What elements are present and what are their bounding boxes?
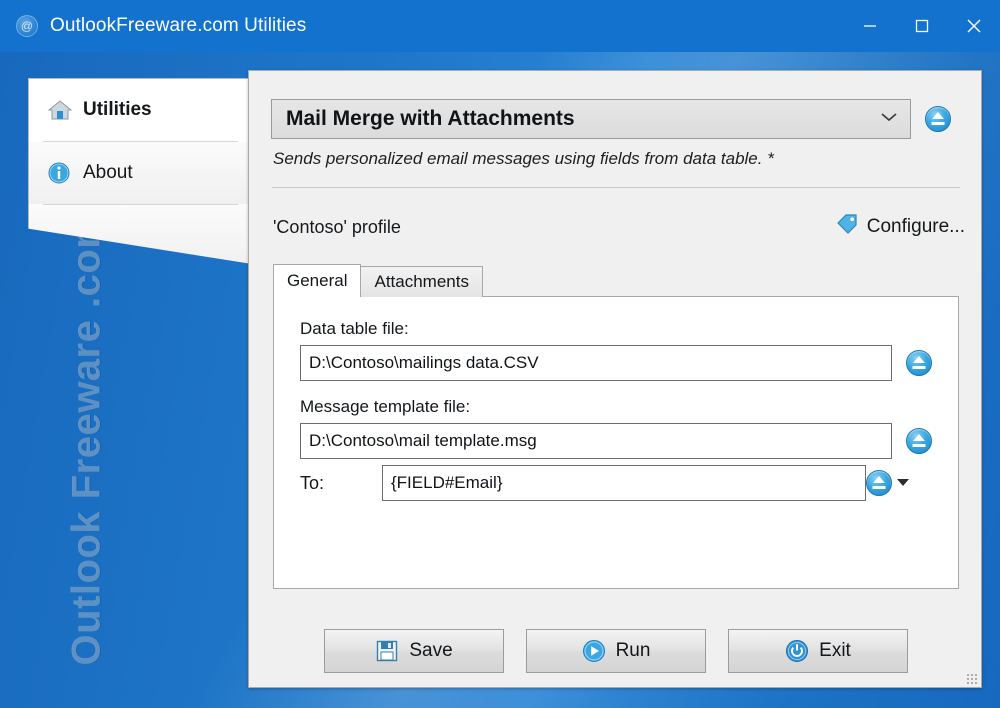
tab-attachments[interactable]: Attachments xyxy=(360,266,483,297)
app-at-icon xyxy=(16,15,38,37)
message-template-field: Message template file: D:\Contoso\mail t… xyxy=(300,397,932,459)
info-icon xyxy=(47,161,73,185)
data-table-input[interactable]: D:\Contoso\mailings data.CSV xyxy=(300,345,892,381)
caret-down-icon[interactable] xyxy=(896,474,910,492)
window-title: OutlookFreeware.com Utilities xyxy=(50,15,306,37)
to-field: To: {FIELD#Email} xyxy=(300,465,910,501)
sidebar-divider-bottom xyxy=(43,204,238,205)
sidebar-item-about[interactable]: About xyxy=(29,142,252,204)
data-table-label: Data table file: xyxy=(300,319,932,339)
message-template-label: Message template file: xyxy=(300,397,932,417)
tab-label: Attachments xyxy=(374,272,469,292)
sidebar-item-utilities[interactable]: Utilities xyxy=(29,79,252,141)
title-bar: OutlookFreeware.com Utilities xyxy=(0,0,1000,52)
utility-select[interactable]: Mail Merge with Attachments xyxy=(271,99,911,139)
play-circle-icon xyxy=(582,639,606,663)
configure-link[interactable]: Configure... xyxy=(835,213,965,240)
utility-select-value: Mail Merge with Attachments xyxy=(286,107,575,131)
floppy-disk-icon xyxy=(375,639,399,663)
sidebar-item-label: About xyxy=(83,162,133,184)
chevron-down-icon xyxy=(880,110,898,128)
sidebar-item-label: Utilities xyxy=(83,99,152,121)
button-bar: Save Run xyxy=(249,629,983,673)
save-label: Save xyxy=(409,640,452,662)
configure-label: Configure... xyxy=(867,216,965,238)
close-button[interactable] xyxy=(948,0,1000,52)
message-template-input[interactable]: D:\Contoso\mail template.msg xyxy=(300,423,892,459)
to-input[interactable]: {FIELD#Email} xyxy=(382,465,866,501)
to-label: To: xyxy=(300,473,382,494)
main-panel: Mail Merge with Attachments Sends person… xyxy=(248,70,982,688)
tab-panel-general: Data table file: D:\Contoso\mailings dat… xyxy=(273,296,959,589)
window-controls xyxy=(844,0,1000,52)
app-window: OutlookFreeware.com Utilities Outlook Fr… xyxy=(0,0,1000,708)
tab-general[interactable]: General xyxy=(273,264,361,297)
resize-grip[interactable] xyxy=(966,673,978,685)
utility-selector-row: Mail Merge with Attachments xyxy=(271,99,961,139)
header-divider xyxy=(272,187,960,188)
maximize-button[interactable] xyxy=(896,0,948,52)
tag-icon xyxy=(835,213,859,240)
brand-watermark: Outlook Freeware .com xyxy=(65,196,110,666)
exit-label: Exit xyxy=(819,640,851,662)
minimize-button[interactable] xyxy=(844,0,896,52)
power-icon xyxy=(785,639,809,663)
profile-label: 'Contoso' profile xyxy=(273,217,401,238)
eject-icon[interactable] xyxy=(925,106,951,132)
run-label: Run xyxy=(616,640,651,662)
save-button[interactable]: Save xyxy=(324,629,504,673)
eject-icon[interactable] xyxy=(906,350,932,376)
tab-strip: General Attachments xyxy=(273,265,482,297)
eject-icon[interactable] xyxy=(866,470,892,496)
data-table-field: Data table file: D:\Contoso\mailings dat… xyxy=(300,319,932,381)
eject-icon[interactable] xyxy=(906,428,932,454)
home-icon xyxy=(47,98,73,122)
exit-button[interactable]: Exit xyxy=(728,629,908,673)
run-button[interactable]: Run xyxy=(526,629,706,673)
tab-label: General xyxy=(287,271,347,291)
utility-description: Sends personalized email messages using … xyxy=(273,149,774,169)
